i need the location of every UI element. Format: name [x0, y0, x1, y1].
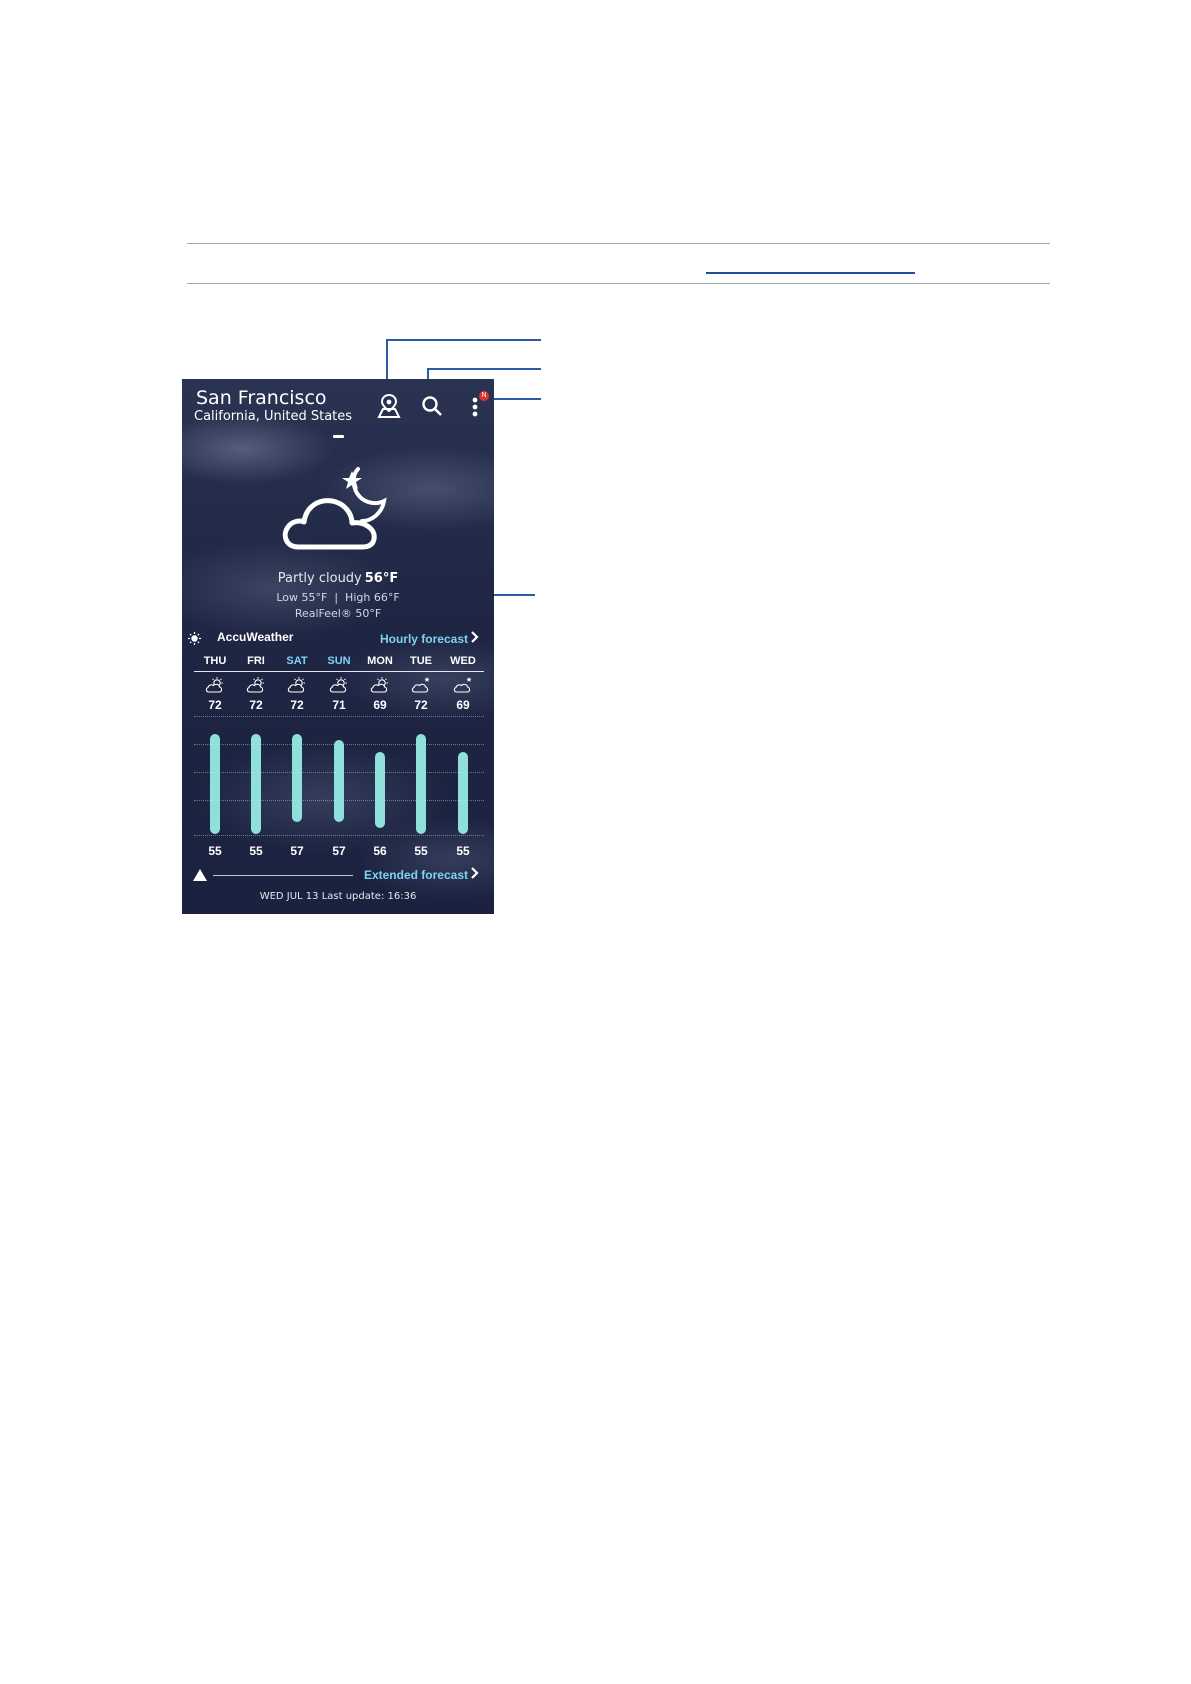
day-label: SAT — [286, 655, 308, 667]
high-temp-label: 69 — [373, 698, 387, 712]
gridline — [194, 800, 484, 801]
temperature-range-bar — [292, 734, 302, 822]
search-icon[interactable] — [420, 394, 444, 423]
low-temp-label: 55 — [249, 844, 263, 858]
low-temp-label: 55 — [456, 844, 470, 858]
link-underline — [706, 272, 915, 274]
top-rule — [187, 243, 1050, 244]
partly-sunny-icon — [205, 677, 225, 698]
hourly-forecast-label: Hourly forecast — [379, 632, 468, 646]
high-temperature: High 66°F — [345, 591, 400, 604]
region-name: California, United States — [194, 409, 353, 424]
temperature-range-bar — [251, 734, 261, 834]
low-high: Low 55°F | High 66°F — [182, 591, 494, 604]
temperature-range-bar — [334, 740, 344, 822]
realfeel-temperature: RealFeel® 50°F — [294, 607, 382, 620]
day-label: SUN — [327, 655, 351, 667]
current-temperature: 56°F — [364, 571, 399, 586]
callout-line-location — [386, 339, 541, 341]
extended-forecast-label: Extended forecast — [363, 868, 468, 882]
low-temp-label: 55 — [414, 844, 428, 858]
day-label: MON — [367, 655, 393, 667]
low-temp-label: 55 — [208, 844, 222, 858]
weather-app-screen: San Francisco California, United States … — [182, 379, 494, 914]
partly-cloudy-night-icon — [280, 465, 390, 560]
page-indicator — [333, 435, 344, 438]
low-temp-label: 56 — [373, 844, 387, 858]
condition-text: Partly cloudy — [277, 571, 362, 586]
partly-sunny-icon — [287, 677, 307, 698]
temperature-range-bar — [375, 752, 385, 828]
partly-sunny-icon — [329, 677, 349, 698]
high-temp-label: 72 — [290, 698, 304, 712]
gridline — [194, 772, 484, 773]
partly-sunny-icon — [246, 677, 266, 698]
low-temp-label: 57 — [290, 844, 304, 858]
location-pin-icon[interactable] — [376, 393, 402, 424]
extended-forecast-link[interactable]: Extended forecast — [364, 867, 479, 882]
day-label: THU — [203, 655, 227, 667]
low-temperature: Low 55°F — [276, 591, 328, 604]
temperature-range-bar — [210, 734, 220, 834]
low-temp-label: 57 — [332, 844, 346, 858]
low-high-separator: | — [334, 591, 339, 604]
chevron-right-icon — [471, 867, 479, 882]
day-label: WED — [450, 655, 476, 667]
day-label: TUE — [410, 655, 432, 667]
city-name: San Francisco — [196, 387, 327, 409]
high-temp-label: 69 — [456, 698, 470, 712]
accuweather-brand: AccuWeather — [217, 630, 294, 644]
high-temp-label: 71 — [332, 698, 346, 712]
high-temp-label: 72 — [249, 698, 263, 712]
current-condition: Partly cloudy 56°F — [182, 571, 494, 586]
hourly-forecast-link[interactable]: Hourly forecast — [380, 631, 479, 646]
callout-line-search — [427, 368, 541, 370]
temperature-range-bar — [458, 752, 468, 834]
days-divider — [194, 671, 484, 672]
accuweather-logo-icon — [188, 632, 201, 650]
high-temp-label: 72 — [414, 698, 428, 712]
more-vert-icon[interactable] — [471, 396, 479, 423]
day-label: FRI — [247, 655, 265, 667]
high-temp-label: 72 — [208, 698, 222, 712]
bottom-rule — [187, 283, 1050, 284]
gridline — [194, 716, 484, 717]
notification-badge: N — [479, 391, 489, 401]
temperature-range-bar — [416, 734, 426, 834]
chevron-right-icon — [471, 631, 479, 646]
partly-sunny-icon — [370, 677, 390, 698]
partly-cloudy-icon — [453, 677, 473, 698]
gridline — [194, 835, 484, 836]
extended-divider — [213, 875, 353, 876]
partly-cloudy-icon — [411, 677, 431, 698]
collapse-arrow-icon[interactable] — [193, 868, 207, 886]
last-update: WED JUL 13 Last update: 16:36 — [259, 891, 417, 902]
gridline — [194, 744, 484, 745]
